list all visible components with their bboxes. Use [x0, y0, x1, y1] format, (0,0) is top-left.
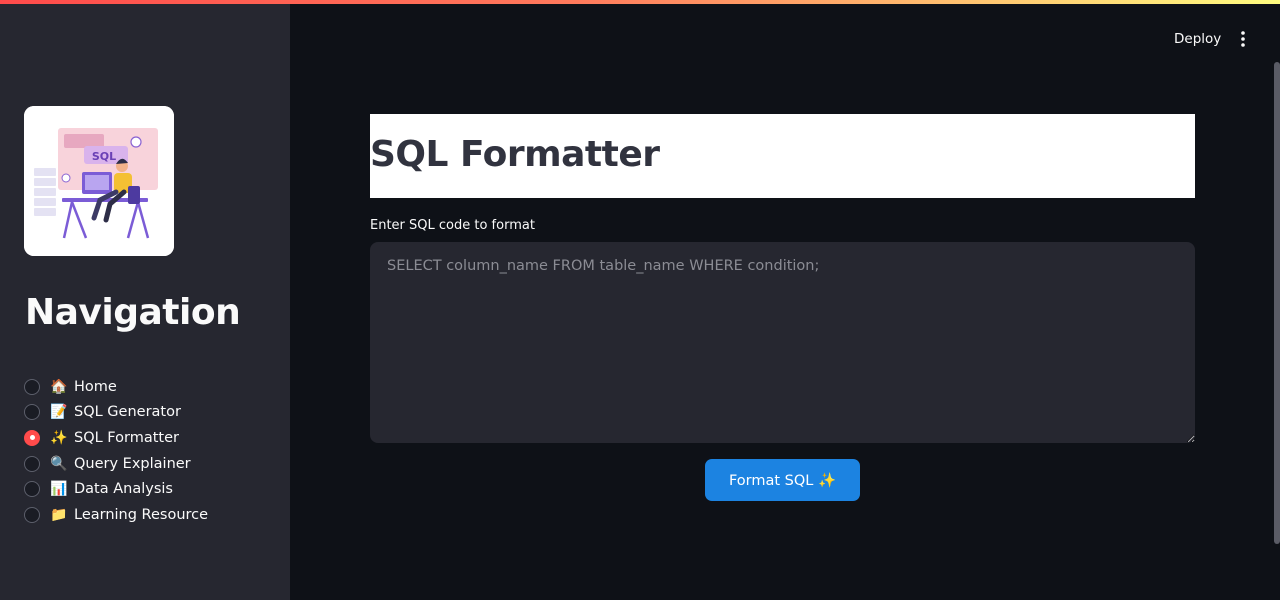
sidebar: SQL Navigation 🏠 Home 📝 SQL Generator ✨ … — [0, 0, 290, 600]
navigation-radio-group: 🏠 Home 📝 SQL Generator ✨ SQL Formatter 🔍… — [24, 374, 208, 528]
sidebar-logo-image: SQL — [24, 106, 174, 256]
radio-button[interactable] — [24, 481, 40, 498]
magnifier-icon: 🔍 — [50, 455, 68, 472]
sidebar-item-label: Home — [74, 378, 117, 395]
radio-button[interactable] — [24, 506, 40, 523]
sidebar-item-label: SQL Generator — [74, 404, 181, 421]
sidebar-item-label: Data Analysis — [74, 481, 173, 498]
radio-button[interactable] — [24, 378, 40, 395]
sidebar-item-label: Learning Resource — [74, 506, 209, 523]
radio-button-selected[interactable] — [24, 429, 40, 446]
memo-icon: 📝 — [50, 404, 68, 421]
format-sql-button[interactable]: Format SQL ✨ — [705, 459, 860, 501]
kebab-menu-icon — [1241, 31, 1245, 47]
sidebar-item-home[interactable]: 🏠 Home — [24, 374, 208, 400]
sparkles-icon: ✨ — [50, 429, 68, 446]
sidebar-item-label: SQL Formatter — [74, 429, 179, 446]
main-menu-button[interactable] — [1232, 28, 1254, 50]
sql-illustration-icon: SQL — [24, 106, 174, 256]
sidebar-item-sql-formatter[interactable]: ✨ SQL Formatter — [24, 425, 208, 451]
page-title: SQL Formatter — [370, 134, 660, 175]
sidebar-item-label: Query Explainer — [74, 455, 191, 472]
sidebar-item-query-explainer[interactable]: 🔍 Query Explainer — [24, 451, 208, 477]
logo-sql-text: SQL — [92, 150, 116, 163]
bar-chart-icon: 📊 — [50, 481, 68, 498]
sidebar-item-sql-generator[interactable]: 📝 SQL Generator — [24, 400, 208, 426]
sidebar-item-learning-resource[interactable]: 📁 Learning Resource — [24, 502, 208, 528]
vertical-scrollbar[interactable] — [1274, 62, 1280, 544]
house-icon: 🏠 — [50, 378, 68, 395]
radio-button[interactable] — [24, 455, 40, 472]
sql-code-textarea[interactable] — [370, 242, 1195, 443]
top-decoration-bar — [0, 0, 1280, 4]
sidebar-title: Navigation — [25, 292, 241, 333]
deploy-button[interactable]: Deploy — [1166, 28, 1229, 50]
folder-icon: 📁 — [50, 506, 68, 523]
page-title-container: SQL Formatter — [370, 114, 1195, 198]
sql-input-label: Enter SQL code to format — [370, 218, 535, 233]
sidebar-item-data-analysis[interactable]: 📊 Data Analysis — [24, 476, 208, 502]
radio-button[interactable] — [24, 404, 40, 421]
